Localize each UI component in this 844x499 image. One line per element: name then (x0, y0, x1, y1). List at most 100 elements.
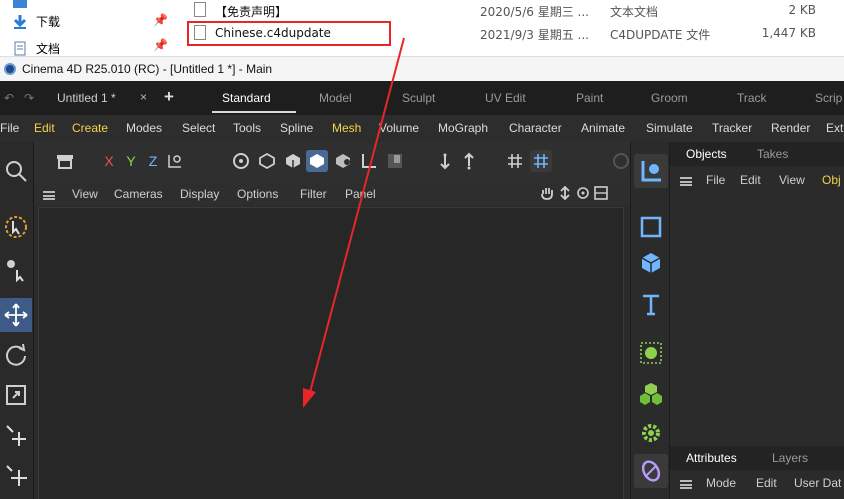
hamburger-menu-icon[interactable] (680, 177, 692, 186)
documents-icon (12, 41, 28, 56)
top-tool-bar: X Y Z (34, 142, 630, 182)
hamburger-menu-icon[interactable] (680, 480, 692, 489)
tab-layers[interactable]: Layers (772, 451, 808, 465)
move-tool-icon[interactable] (0, 298, 32, 332)
layout-tab-script[interactable]: Scrip (815, 91, 842, 105)
axis-z-toggle[interactable]: Z (142, 150, 164, 172)
view-mode-icon[interactable] (54, 150, 76, 172)
close-tab-icon[interactable]: × (140, 90, 147, 104)
tab-takes[interactable]: Takes (757, 147, 788, 161)
viewport-menu-cameras[interactable]: Cameras (114, 187, 163, 201)
add-tab-button[interactable]: + (164, 87, 174, 107)
attributes-menu-mode[interactable]: Mode (706, 476, 736, 490)
hamburger-menu-icon[interactable] (43, 191, 55, 200)
deformer-icon[interactable] (634, 454, 668, 488)
effector-gear-icon[interactable] (634, 416, 668, 450)
snap-move-icon[interactable] (0, 458, 32, 492)
menu-mesh[interactable]: Mesh (332, 121, 361, 135)
menu-mograph[interactable]: MoGraph (438, 121, 488, 135)
grid-snap-icon[interactable] (504, 150, 526, 172)
menu-simulate[interactable]: Simulate (646, 121, 693, 135)
viewport-menu-options[interactable]: Options (237, 187, 278, 201)
maximize-view-icon[interactable] (594, 186, 608, 203)
cube-primitive-icon[interactable] (634, 246, 668, 280)
dolly-move-icon[interactable] (558, 185, 572, 203)
text-spline-icon[interactable] (634, 288, 668, 322)
undo-arrow-icon[interactable]: ↶ (4, 91, 14, 105)
rectangle-spline-icon[interactable] (634, 210, 668, 244)
document-tab[interactable]: Untitled 1 * (57, 91, 116, 105)
menu-select[interactable]: Select (182, 121, 215, 135)
file-size: 2 KB (788, 3, 816, 17)
objects-menu-object[interactable]: Obj (822, 173, 841, 187)
render-region-icon[interactable] (610, 150, 632, 172)
object-mode-icon[interactable] (230, 150, 252, 172)
pin-icon[interactable]: 📌 (153, 38, 168, 52)
layout-tab-paint[interactable]: Paint (576, 91, 603, 105)
menu-animate[interactable]: Animate (581, 121, 625, 135)
layout-tab-model[interactable]: Model (319, 91, 352, 105)
workplane-snap-icon[interactable] (530, 150, 552, 172)
objects-menu-view[interactable]: View (779, 173, 805, 187)
file-row[interactable]: 【免责声明】 2020/5/6 星期三 ... 文本文档 2 KB (178, 0, 838, 21)
menu-create[interactable]: Create (72, 121, 108, 135)
transform-tool-icon[interactable] (0, 418, 32, 452)
object-palette (630, 142, 670, 499)
tab-attributes[interactable]: Attributes (686, 451, 737, 465)
layout-tab-bar: ↶ ↷ Untitled 1 * × + Standard Model Scul… (0, 81, 844, 115)
orbit-rotate-icon[interactable] (576, 186, 590, 203)
redo-view-icon[interactable] (458, 150, 480, 172)
objects-menu-edit[interactable]: Edit (740, 173, 761, 187)
rotate-tool-icon[interactable] (0, 338, 32, 372)
model-mode-icon[interactable] (256, 150, 278, 172)
file-type: C4DUPDATE 文件 (610, 28, 711, 42)
viewport-menu-panel[interactable]: Panel (345, 187, 376, 201)
menu-edit[interactable]: Edit (34, 121, 55, 135)
layout-tab-standard[interactable]: Standard (222, 91, 271, 105)
live-selection-icon[interactable] (0, 210, 32, 244)
menu-tracker[interactable]: Tracker (712, 121, 752, 135)
quick-access-documents[interactable]: 文档 (12, 38, 60, 56)
layout-tab-groom[interactable]: Groom (651, 91, 688, 105)
tab-objects[interactable]: Objects (686, 147, 727, 161)
edge-mode-icon[interactable] (332, 150, 354, 172)
attributes-menu-user-data[interactable]: User Dat (794, 476, 841, 490)
texture-mode-icon[interactable] (282, 150, 304, 172)
menu-render[interactable]: Render (771, 121, 810, 135)
axis-mode-icon[interactable] (358, 150, 380, 172)
scale-box-icon[interactable] (0, 378, 32, 412)
quick-access-downloads[interactable]: 下载 (12, 11, 60, 31)
spline-pen-icon[interactable] (634, 154, 668, 188)
menu-tools[interactable]: Tools (233, 121, 261, 135)
menu-volume[interactable]: Volume (379, 121, 419, 135)
menu-character[interactable]: Character (509, 121, 562, 135)
menu-spline[interactable]: Spline (280, 121, 313, 135)
search-icon[interactable] (0, 154, 32, 188)
viewport-menu-view[interactable]: View (72, 187, 98, 201)
pin-icon[interactable]: 📌 (153, 13, 168, 27)
pan-hand-icon[interactable] (540, 186, 554, 203)
objects-menu-file[interactable]: File (706, 173, 725, 187)
layout-tab-uv-edit[interactable]: UV Edit (485, 91, 526, 105)
redo-arrow-icon[interactable]: ↷ (24, 91, 34, 105)
solo-mode-icon[interactable] (384, 150, 406, 172)
layout-tab-track[interactable]: Track (737, 91, 767, 105)
menu-modes[interactable]: Modes (126, 121, 162, 135)
subdivision-generator-icon[interactable] (634, 336, 668, 370)
axis-x-toggle[interactable]: X (98, 150, 120, 172)
axis-y-toggle[interactable]: Y (120, 150, 142, 172)
3d-viewport[interactable] (38, 207, 624, 499)
right-panel: Objects Takes File Edit View Obj Attribu… (670, 142, 844, 499)
attributes-menu-edit[interactable]: Edit (756, 476, 777, 490)
layout-tab-sculpt[interactable]: Sculpt (402, 91, 435, 105)
cloner-icon[interactable] (634, 376, 668, 410)
viewport-menu-filter[interactable]: Filter (300, 187, 327, 201)
menu-file[interactable]: File (0, 121, 19, 135)
polygon-mode-icon[interactable] (306, 150, 328, 172)
menu-extensions[interactable]: Ext (826, 121, 843, 135)
viewport-menu-display[interactable]: Display (180, 187, 219, 201)
undo-view-icon[interactable] (434, 150, 456, 172)
file-explorer: 下载 文档 📌 📌 【免责声明】 2020/5/6 星期三 ... 文本文档 2… (0, 0, 844, 56)
scale-tool-icon[interactable] (0, 252, 32, 286)
coordinate-system-icon[interactable] (164, 150, 186, 172)
